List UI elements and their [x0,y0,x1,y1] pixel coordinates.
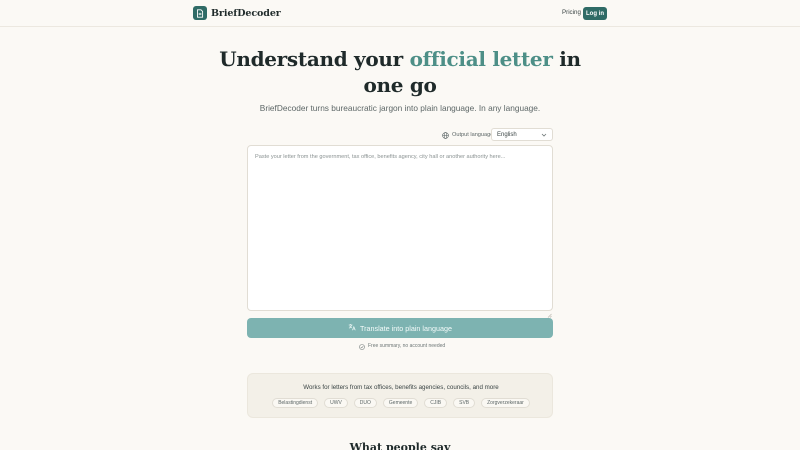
check-circle-icon [359,337,365,355]
agency-chip: CJIB [424,398,448,408]
title-part-1: Understand your [219,47,410,71]
agency-chip: DUO [353,398,377,408]
output-language-label: Output language [452,131,494,138]
works-for-title: Works for letters from tax offices, bene… [303,384,499,391]
agency-chip: Gemeente [382,398,419,408]
letter-input[interactable] [247,145,553,311]
translate-icon [348,323,360,333]
agency-chip-list: Belastingdienst UWV DUO Gemeente CJIB SV… [248,398,554,408]
brand-logo-link[interactable]: BriefDecoder [193,6,281,20]
testimonials-title: What people say [349,441,451,450]
translate-button[interactable]: Translate into plain language [247,318,553,338]
output-language-label-row: Output language [442,128,493,141]
brand-name: BriefDecoder [211,7,281,19]
title-accent: official letter [409,47,553,71]
page-title: Understand your official letter in one g… [200,46,600,98]
works-for-card: Works for letters from tax offices, bene… [247,373,553,418]
agency-chip: Belastingdienst [272,398,319,408]
document-icon [193,6,207,20]
globe-icon [442,126,449,144]
site-header: BriefDecoder Pricing Log in [0,0,800,27]
output-language-select[interactable]: English [491,128,553,141]
login-button[interactable]: Log in [583,7,607,20]
page-subtitle: BriefDecoder turns bureaucratic jargon i… [259,103,541,113]
selected-language: English [497,131,517,138]
nav-pricing-link[interactable]: Pricing [562,9,581,16]
agency-chip: SVB [453,398,476,408]
free-note-text: Free summary, no account needed [368,343,446,349]
agency-chip: Zorgverzekeraar [481,398,530,408]
chevron-down-icon [541,132,547,140]
agency-chip: UWV [324,398,348,408]
translate-button-label: Translate into plain language [359,323,453,333]
free-note: Free summary, no account needed [359,342,445,350]
